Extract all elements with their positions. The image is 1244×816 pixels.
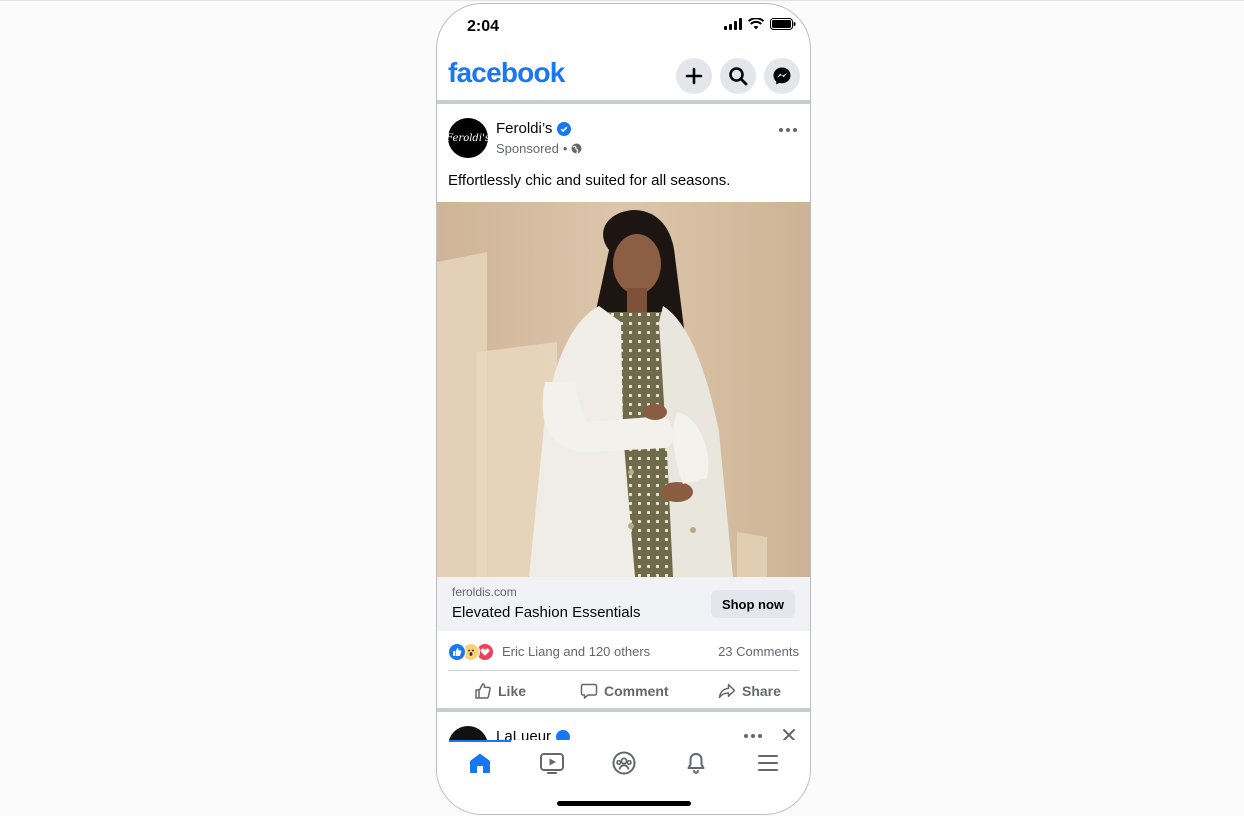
reactions-row: Eric Liang and 120 others 23 Comments	[437, 639, 810, 665]
actions-divider	[448, 670, 799, 671]
page: 2:04 facebook Feroldi's Feroldi’s Sponso…	[0, 0, 1244, 816]
reaction-icons[interactable]	[448, 643, 496, 661]
share-button[interactable]: Share	[718, 682, 781, 700]
link-preview[interactable]: feroldis.com Elevated Fashion Essentials…	[437, 577, 810, 631]
reactions-text[interactable]: Eric Liang and 120 others	[502, 644, 650, 659]
sponsored-label[interactable]: Sponsored	[496, 141, 559, 156]
verified-badge-icon	[557, 121, 572, 136]
like-label: Like	[498, 683, 527, 699]
comments-count[interactable]: 23 Comments	[718, 644, 799, 659]
bell-icon	[687, 753, 705, 774]
nav-menu[interactable]	[748, 740, 788, 786]
nav-groups[interactable]	[604, 740, 644, 786]
share-icon	[718, 683, 736, 699]
home-icon	[470, 753, 490, 773]
bottom-nav	[437, 740, 810, 786]
messenger-button[interactable]	[764, 58, 800, 94]
nav-video[interactable]	[532, 740, 572, 786]
status-icons	[724, 18, 796, 30]
post-actions: Like Comment Share	[437, 674, 810, 710]
video-icon	[540, 753, 564, 774]
page-avatar[interactable]: Feroldi's	[446, 118, 490, 158]
facebook-logo[interactable]: facebook	[448, 57, 565, 89]
nav-home[interactable]	[460, 740, 500, 786]
shop-now-button[interactable]: Shop now	[711, 590, 795, 618]
messenger-icon	[773, 67, 791, 85]
phone-frame: 2:04 facebook Feroldi's Feroldi’s Sponso…	[436, 3, 811, 815]
post-caption: Effortlessly chic and suited for all sea…	[448, 172, 731, 189]
create-button[interactable]	[676, 58, 712, 94]
search-icon	[729, 67, 748, 86]
comment-label: Comment	[604, 683, 669, 699]
wifi-icon	[748, 18, 764, 30]
comment-icon	[580, 683, 598, 699]
link-domain: feroldis.com	[452, 585, 517, 599]
home-indicator[interactable]	[557, 801, 691, 806]
signal-icon	[724, 18, 742, 30]
plus-icon	[685, 67, 703, 85]
link-title: Elevated Fashion Essentials	[452, 604, 641, 621]
feed-separator	[437, 100, 810, 104]
status-time: 2:04	[467, 18, 500, 35]
share-label: Share	[742, 683, 781, 699]
post-photo[interactable]	[437, 202, 810, 577]
like-reaction-icon	[448, 643, 466, 661]
status-bar: 2:04	[437, 4, 810, 50]
meta-separator: •	[562, 141, 568, 156]
post-separator	[437, 708, 810, 712]
app-header: facebook	[437, 50, 810, 102]
nav-notifications[interactable]	[676, 740, 716, 786]
comment-button[interactable]: Comment	[580, 682, 669, 700]
more-options-icon[interactable]	[779, 128, 797, 132]
menu-icon	[758, 755, 778, 771]
like-icon	[475, 683, 491, 699]
search-button[interactable]	[720, 58, 756, 94]
next-more-options-icon[interactable]	[744, 734, 762, 738]
page-name-row: Feroldi’s	[496, 120, 572, 137]
fashion-photo-image	[437, 202, 810, 577]
battery-icon	[770, 18, 796, 30]
globe-icon	[571, 143, 582, 154]
post-meta: Sponsored •	[496, 141, 582, 156]
page-name[interactable]: Feroldi’s	[496, 120, 552, 137]
like-button[interactable]: Like	[474, 682, 526, 700]
groups-icon	[612, 751, 636, 775]
